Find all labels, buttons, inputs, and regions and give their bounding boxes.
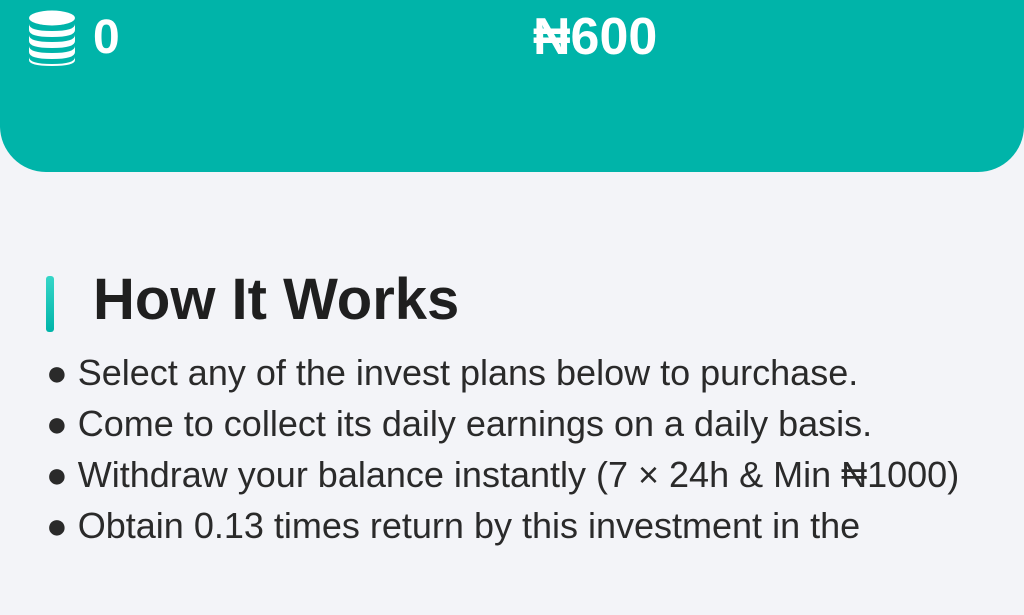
coin-balance: 0	[27, 10, 120, 66]
coins-stack-icon	[29, 10, 75, 66]
coin-count: 0	[93, 11, 120, 64]
step-item: ● Obtain 0.13 times return by this inves…	[46, 505, 861, 546]
section-heading: How It Works	[46, 266, 986, 334]
step-item: ● Withdraw your balance instantly (7 × 2…	[46, 454, 960, 495]
balance-amount: ₦600	[533, 8, 658, 66]
steps-list: ● Select any of the invest plans below t…	[46, 347, 986, 551]
header-banner: 0 ₦600	[0, 0, 1024, 172]
step-item: ● Come to collect its daily earnings on …	[46, 403, 873, 444]
heading-accent-bar	[46, 276, 54, 332]
section-title: How It Works	[93, 267, 460, 332]
how-it-works-section: How It Works ● Select any of the invest …	[46, 266, 986, 551]
step-item: ● Select any of the invest plans below t…	[46, 352, 859, 393]
